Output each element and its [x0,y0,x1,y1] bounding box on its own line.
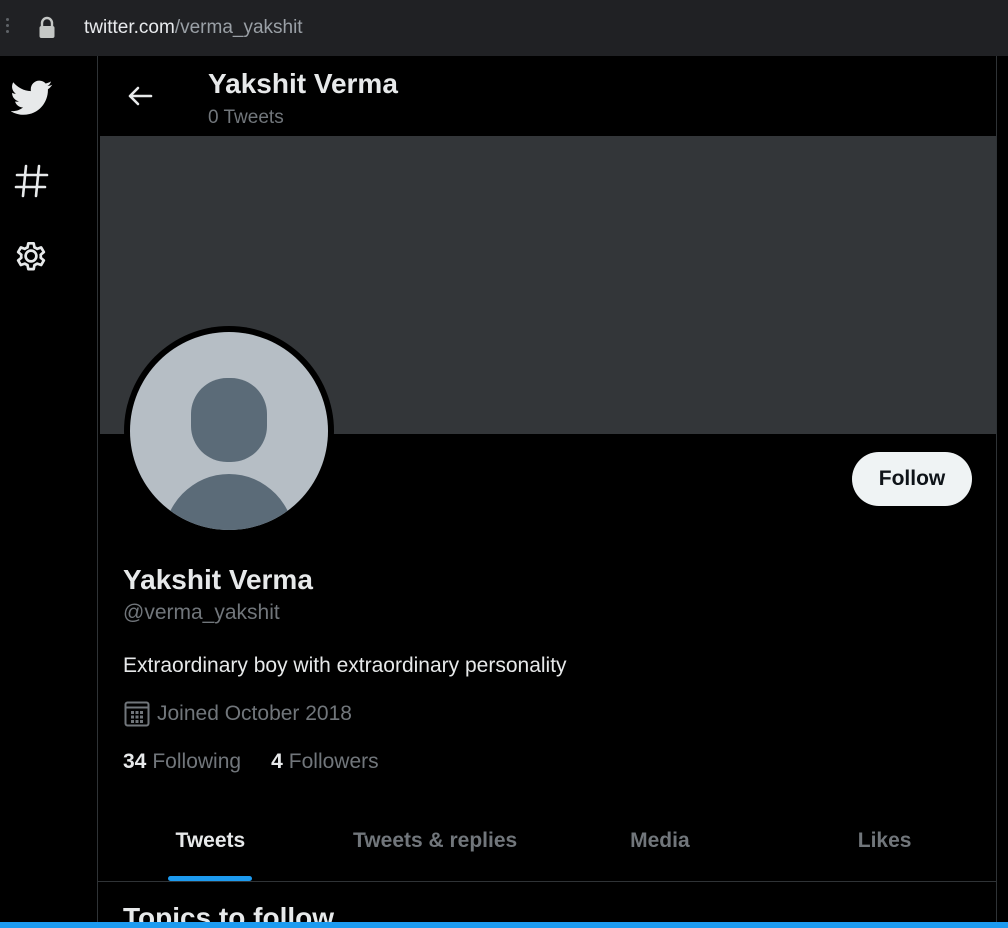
loading-progress-bar [0,922,1008,928]
profile-column: Yakshit Verma 0 Tweets Follow Yakshit Ve… [97,56,997,928]
follow-button[interactable]: Follow [852,452,972,506]
joined-text: Joined October 2018 [157,702,352,725]
follow-stats: 34 Following 4 Followers [123,750,409,774]
tab-tweets[interactable]: Tweets [98,800,323,881]
active-tab-indicator [168,876,253,881]
settings-gear-icon[interactable] [9,234,53,278]
drag-handle-icon [6,18,10,38]
profile-header-bar: Yakshit Verma 0 Tweets [98,56,996,136]
profile-bio: Extraordinary boy with extraordinary per… [123,654,567,677]
twitter-bird-icon[interactable] [10,76,54,120]
followers-label: Followers [288,750,379,773]
browser-address-bar: twitter.com/verma_yakshit [0,0,1008,56]
followers-link[interactable]: 4 Followers [271,750,379,774]
tab-likes-label: Likes [857,828,912,852]
default-avatar-icon [130,332,328,530]
lock-icon[interactable] [37,16,57,40]
tab-likes[interactable]: Likes [772,800,996,881]
avatar[interactable] [124,326,334,536]
tab-media[interactable]: Media [548,800,773,881]
profile-tabs: Tweets Tweets & replies Media Likes [98,800,996,882]
left-nav [0,56,97,928]
tab-media-label: Media [630,828,690,852]
url-host: twitter.com [84,17,175,38]
url-path: /verma_yakshit [174,17,303,38]
tab-tweets-and-replies[interactable]: Tweets & replies [323,800,548,881]
tab-tweets-and-replies-label: Tweets & replies [353,828,518,852]
calendar-icon [124,701,150,727]
header-profile-name: Yakshit Verma [208,68,398,99]
url-field[interactable]: twitter.com/verma_yakshit [84,16,303,40]
following-label: Following [152,750,242,773]
hashtag-icon[interactable] [9,159,53,203]
followers-count: 4 [271,750,283,773]
profile-handle: @verma_yakshit [123,601,280,624]
header-tweet-count: 0 Tweets [208,107,284,128]
following-link[interactable]: 34 Following [123,750,241,774]
back-button[interactable] [120,76,160,116]
profile-joined-date: Joined October 2018 [123,700,352,728]
back-arrow-icon [128,86,153,106]
profile-name: Yakshit Verma [123,564,313,595]
following-count: 34 [123,750,147,773]
tab-tweets-label: Tweets [175,828,246,852]
